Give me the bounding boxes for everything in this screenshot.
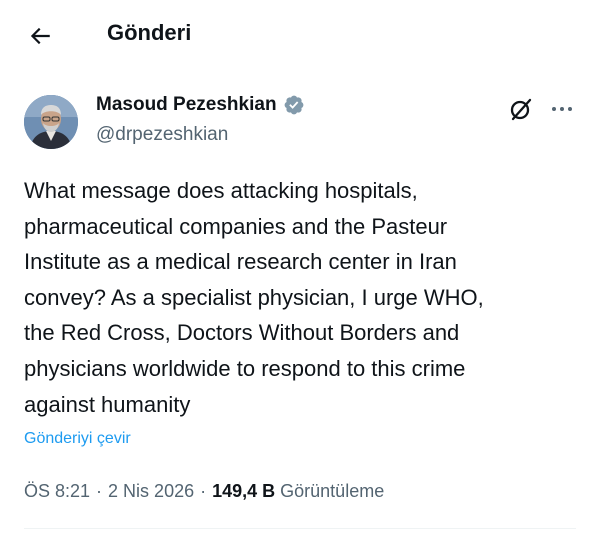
author-handle[interactable]: @drpezeshkian xyxy=(96,124,228,146)
header: Gönderi xyxy=(0,0,600,70)
author-row: Masoud Pezeshkian @drpezeshkian xyxy=(0,90,600,154)
post-time[interactable]: ÖS 8:21 xyxy=(24,481,90,502)
more-horizontal-icon[interactable] xyxy=(549,96,575,122)
meta-separator: · xyxy=(200,481,207,501)
arrow-left-icon xyxy=(30,27,50,45)
verified-badge-icon xyxy=(283,94,305,116)
author-name[interactable]: Masoud Pezeshkian xyxy=(96,94,277,116)
post-text: What message does attacking hospitals, p… xyxy=(24,178,484,417)
back-button[interactable] xyxy=(22,18,58,54)
views-count: 149,4 B xyxy=(212,481,276,501)
avatar[interactable] xyxy=(24,95,78,149)
post-date[interactable]: 2 Nis 2026 xyxy=(108,481,194,502)
page-title: Gönderi xyxy=(107,20,192,45)
author-name-wrap: Masoud Pezeshkian xyxy=(96,94,305,116)
grok-icon[interactable] xyxy=(508,96,534,122)
translate-post-link[interactable]: Gönderiyi çevir xyxy=(24,430,131,448)
views-label: Görüntüleme xyxy=(280,481,385,501)
meta-separator: · xyxy=(96,481,103,501)
avatar-image xyxy=(24,95,78,149)
post-meta: ÖS 8:21 · 2 Nis 2026 · 149,4 B Görüntüle… xyxy=(24,481,384,502)
divider xyxy=(24,528,576,529)
